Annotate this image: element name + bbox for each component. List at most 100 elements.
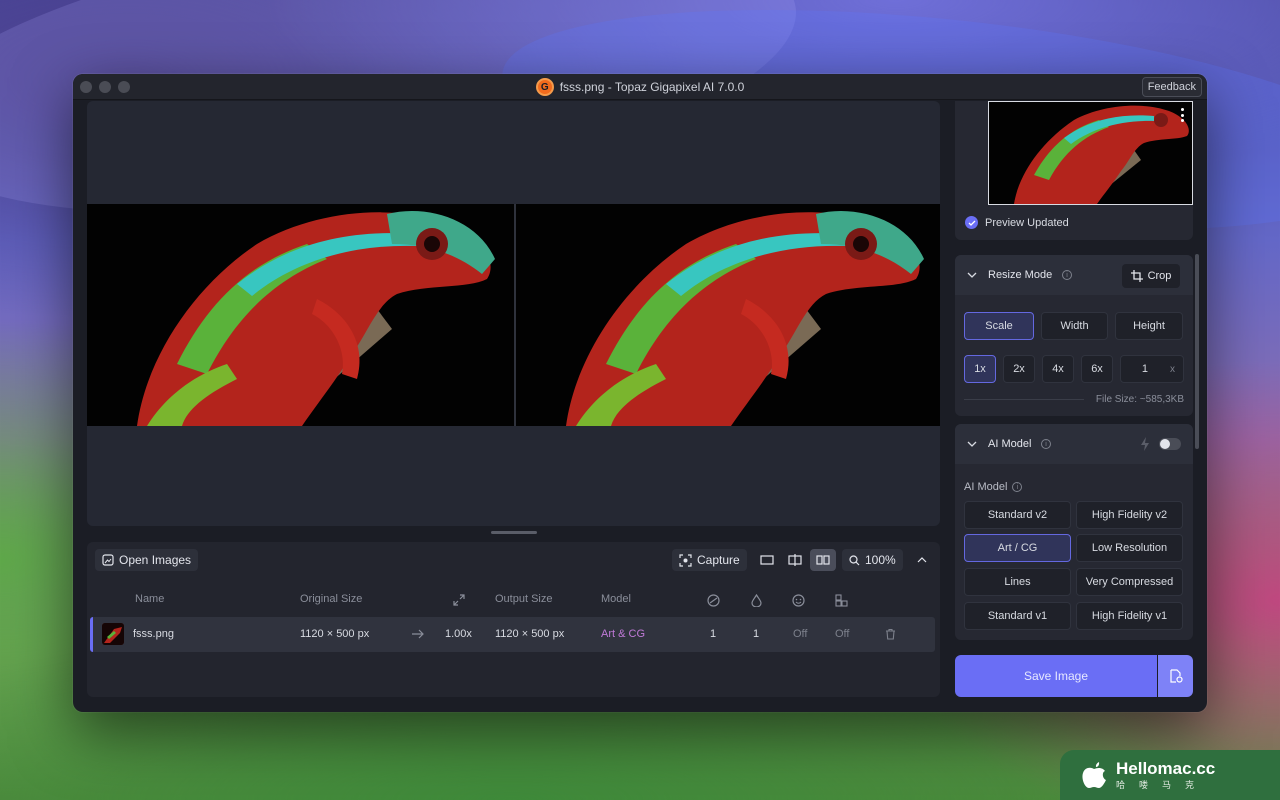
model-standard-v2-button[interactable]: Standard v2: [964, 501, 1071, 529]
row-model: Art & CG: [601, 628, 646, 640]
app-window: G fsss.png - Topaz Gigapixel AI 7.0.0 Fe…: [73, 74, 1207, 712]
app-logo-icon: G: [535, 78, 554, 96]
crop-icon: [1130, 270, 1143, 282]
preview-status-text: Preview Updated: [985, 216, 1069, 229]
panel-resize-handle[interactable]: [491, 531, 537, 534]
navigator-image: [989, 102, 1192, 204]
mode-width-button[interactable]: Width: [1041, 312, 1108, 340]
custom-scale-input[interactable]: 1 x: [1120, 355, 1184, 383]
feedback-button[interactable]: Feedback: [1141, 77, 1202, 97]
single-view-button[interactable]: [754, 549, 780, 571]
ai-model-label: AI Model: [964, 481, 1008, 493]
navigator-card: Preview Updated: [955, 101, 1193, 240]
side-by-side-icon: [816, 555, 830, 565]
ai-model-header[interactable]: AI Model i: [955, 424, 1193, 464]
enhanced-image: [516, 204, 940, 426]
scale-1x-button[interactable]: 1x: [964, 355, 996, 383]
image-preview-area[interactable]: [87, 101, 940, 526]
watermark-badge: Hellomac.cc 哈喽马克: [1060, 750, 1280, 800]
model-standard-v1-button[interactable]: Standard v1: [964, 602, 1071, 630]
image-list-panel: Open Images Capture 100% Name Original S…: [87, 542, 940, 697]
denoise-icon: [707, 594, 720, 607]
chevron-down-icon[interactable]: [967, 272, 977, 278]
thumbnail-image: [102, 623, 124, 645]
scale-4x-button[interactable]: 4x: [1042, 355, 1074, 383]
gamma-icon: [835, 594, 848, 607]
open-images-label: Open Images: [119, 553, 192, 567]
original-image: [87, 204, 514, 426]
mode-height-button[interactable]: Height: [1115, 312, 1183, 340]
zoom-icon: [849, 554, 860, 565]
mode-scale-button[interactable]: Scale: [964, 312, 1034, 340]
watermark-title: Hellomac.cc: [1116, 758, 1216, 778]
model-art-cg-button[interactable]: Art / CG: [964, 534, 1071, 562]
save-image-button[interactable]: Save Image: [955, 655, 1157, 697]
file-size: File Size: ~585,3KB: [1095, 394, 1184, 405]
info-icon[interactable]: i: [1041, 439, 1051, 449]
window-title-group: G fsss.png - Topaz Gigapixel AI 7.0.0: [73, 74, 1207, 100]
trash-icon[interactable]: [885, 628, 896, 640]
side-by-side-view-button[interactable]: [810, 549, 836, 571]
zoom-control[interactable]: 100%: [842, 549, 903, 571]
info-icon[interactable]: i: [1012, 482, 1023, 492]
resize-mode-title: Resize Mode: [988, 269, 1053, 281]
column-output-size: Output Size: [495, 593, 553, 605]
export-settings-button[interactable]: [1158, 655, 1193, 697]
split-view-button[interactable]: [782, 549, 808, 571]
arrow-right-icon: [412, 629, 424, 639]
row-sharpen-value: 1: [753, 628, 760, 640]
check-circle-icon: [965, 216, 978, 229]
lightning-icon: [1141, 437, 1149, 451]
sharpen-icon: [751, 594, 762, 607]
row-original-size: 1120 × 500 px: [300, 628, 370, 640]
resize-mode-header[interactable]: Resize Mode i Crop: [955, 255, 1193, 295]
divider: [964, 399, 1084, 400]
crop-label: Crop: [1147, 270, 1172, 282]
model-lines-button[interactable]: Lines: [964, 568, 1071, 596]
sidebar-scrollbar[interactable]: [1195, 254, 1199, 449]
capture-label: Capture: [697, 553, 740, 567]
ai-model-label-row: AI Model i: [964, 481, 1023, 493]
navigator-thumbnail[interactable]: [988, 101, 1193, 205]
toggle-knob: [1160, 439, 1170, 449]
title-bar: G fsss.png - Topaz Gigapixel AI 7.0.0 Fe…: [73, 74, 1207, 100]
expand-arrows-icon: [453, 594, 465, 606]
model-very-compressed-button[interactable]: Very Compressed: [1076, 568, 1183, 596]
row-gamma-value: Off: [835, 628, 850, 640]
scale-2x-button[interactable]: 2x: [1003, 355, 1035, 383]
capture-button[interactable]: Capture: [672, 549, 747, 571]
more-options-icon[interactable]: [1181, 108, 1184, 122]
face-recovery-icon: [792, 594, 805, 607]
export-settings-icon: [1169, 669, 1183, 683]
chameleon-image-original: [87, 204, 514, 426]
scale-6x-button[interactable]: 6x: [1081, 355, 1113, 383]
row-face-recovery-value: Off: [793, 628, 808, 640]
chameleon-image-enhanced: [516, 204, 940, 426]
ai-model-card: AI Model i AI Model i Standard v2 High F…: [955, 424, 1193, 640]
model-high-fidelity-v1-button[interactable]: High Fidelity v1: [1076, 602, 1183, 630]
collapse-panel-button[interactable]: [909, 549, 935, 571]
open-images-button[interactable]: Open Images: [95, 549, 199, 571]
zoom-level: 100%: [865, 553, 896, 567]
image-icon: [102, 554, 114, 566]
custom-scale-value: 1: [1141, 363, 1148, 375]
crop-button[interactable]: Crop: [1122, 264, 1180, 288]
row-denoise-value: 1: [710, 628, 717, 640]
single-view-icon: [760, 555, 774, 565]
table-row[interactable]: fsss.png 1120 × 500 px 1.00x 1120 × 500 …: [90, 617, 935, 652]
chevron-down-icon[interactable]: [967, 441, 977, 447]
image-thumbnail: [102, 623, 124, 645]
row-scale: 1.00x: [445, 628, 472, 640]
watermark-subtitle: 哈喽马克: [1116, 779, 1209, 790]
ai-model-title: AI Model: [988, 438, 1032, 450]
capture-icon: [679, 553, 692, 567]
ai-model-toggle[interactable]: [1159, 438, 1181, 450]
info-icon[interactable]: i: [1062, 270, 1072, 280]
row-name: fsss.png: [133, 628, 174, 640]
model-high-fidelity-v2-button[interactable]: High Fidelity v2: [1076, 501, 1183, 529]
model-low-resolution-button[interactable]: Low Resolution: [1076, 534, 1183, 562]
watermark-text: Hellomac.cc 哈喽马克: [1116, 758, 1216, 791]
split-view-icon: [788, 554, 802, 566]
row-output-size: 1120 × 500 px: [495, 628, 565, 640]
preview-status: Preview Updated: [965, 216, 1069, 229]
